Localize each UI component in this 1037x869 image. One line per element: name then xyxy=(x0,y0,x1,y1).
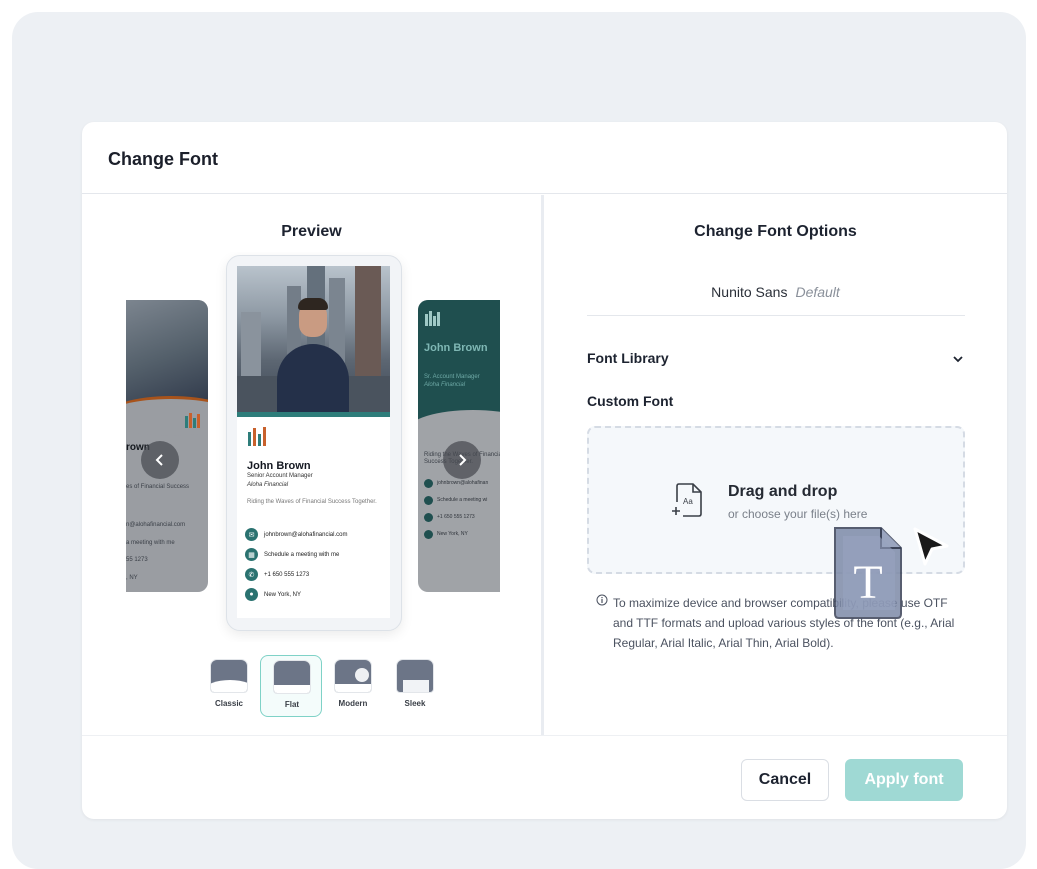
carousel-prev-button[interactable] xyxy=(141,441,179,479)
card-role: Sr. Account Manager xyxy=(424,374,480,380)
default-badge: Default xyxy=(795,284,840,300)
location-icon: ● xyxy=(245,588,258,601)
preview-card-current: John Brown Senior Account Manager Aloha … xyxy=(226,255,402,631)
dropzone-title: Drag and drop xyxy=(728,483,838,500)
preview-title: Preview xyxy=(281,223,342,240)
contact-email: johnbrown@alohafinan xyxy=(424,478,488,488)
template-label: Modern xyxy=(338,699,368,708)
template-label: Sleek xyxy=(404,699,426,708)
modal-title: Change Font xyxy=(108,149,218,169)
card-location-fragment: , NY xyxy=(126,575,138,581)
font-options-pane: Change Font Options Nunito Sans Default F… xyxy=(544,195,1007,735)
brand-logo-icon xyxy=(184,412,202,428)
custom-font-label: Custom Font xyxy=(587,393,674,409)
current-font-name: Nunito Sans xyxy=(711,284,788,300)
phone-icon xyxy=(424,512,433,522)
card-tagline: Riding the Waves of Financial Success To… xyxy=(247,499,377,505)
template-thumbnail xyxy=(334,659,372,693)
template-thumbnail xyxy=(396,659,434,693)
calendar-icon: ▦ xyxy=(245,548,258,561)
template-modern[interactable]: Modern xyxy=(322,655,384,717)
card-email-fragment: n@alohafinancial.com xyxy=(126,522,186,528)
calendar-icon xyxy=(424,495,433,505)
modal-footer: Cancel Apply font xyxy=(82,735,1007,819)
contact-location: ● New York, NY xyxy=(245,588,301,601)
mouse-cursor-icon xyxy=(913,527,949,566)
card-phone-fragment: 55 1273 xyxy=(126,557,148,563)
card-name: John Brown xyxy=(424,342,488,354)
contact-phone: +1 650 555 1273 xyxy=(424,512,475,522)
info-icon xyxy=(596,594,608,606)
template-thumbnail xyxy=(273,660,311,694)
card-name: John Brown xyxy=(247,460,311,472)
template-selector: Classic Flat Modern Sleek xyxy=(198,655,446,717)
card-role: Senior Account Manager xyxy=(247,473,313,479)
person-figure xyxy=(277,344,349,416)
chevron-right-icon xyxy=(459,454,467,466)
dragged-font-file-icon: T xyxy=(834,527,902,619)
template-label: Flat xyxy=(284,700,300,709)
card-carousel: rown es of Financial Success n@alohafina… xyxy=(126,252,500,642)
phone-icon: ✆ xyxy=(245,568,258,581)
chevron-down-icon[interactable] xyxy=(951,352,965,366)
current-font[interactable]: Nunito Sans Default xyxy=(544,284,1007,300)
template-classic[interactable]: Classic xyxy=(198,655,260,717)
divider xyxy=(587,315,965,316)
svg-text:Aa: Aa xyxy=(683,497,693,506)
contact-location: New York, NY xyxy=(424,529,468,539)
chevron-left-icon xyxy=(155,454,163,466)
contact-email: ✉ johnbrown@alohafinancial.com xyxy=(245,528,347,541)
brand-logo-icon xyxy=(247,426,269,451)
contact-meeting: Schedule a meeting wi xyxy=(424,495,487,505)
card-meeting-fragment: a meeting with me xyxy=(126,540,175,546)
card-accent-bar xyxy=(237,412,390,417)
card-company: Aloha Financial xyxy=(247,482,289,488)
contact-phone: ✆ +1 650 555 1273 xyxy=(245,568,309,581)
modal-header: Change Font xyxy=(82,122,1007,194)
card-tagline-fragment: es of Financial Success xyxy=(126,484,190,490)
template-thumbnail xyxy=(210,659,248,693)
email-icon: ✉ xyxy=(245,528,258,541)
change-font-modal: Change Font Preview rown es of Financial… xyxy=(82,122,1007,819)
brand-logo-icon xyxy=(424,310,442,326)
email-icon xyxy=(424,478,433,488)
preview-pane: Preview rown es of Financial Success n@a… xyxy=(82,195,541,735)
cancel-button[interactable]: Cancel xyxy=(741,759,829,801)
card-photo xyxy=(237,266,390,416)
font-library-toggle[interactable]: Font Library xyxy=(587,350,669,366)
options-title: Change Font Options xyxy=(694,223,857,240)
template-label: Classic xyxy=(214,699,244,708)
contact-meeting: ▦ Schedule a meeting with me xyxy=(245,548,339,561)
dropzone-subtitle: or choose your file(s) here xyxy=(728,507,868,521)
apply-font-button[interactable]: Apply font xyxy=(845,759,963,801)
font-upload-dropzone[interactable]: Aa Drag and drop or choose your file(s) … xyxy=(587,426,965,574)
file-add-icon: Aa xyxy=(672,483,702,517)
location-icon xyxy=(424,529,433,539)
template-flat[interactable]: Flat xyxy=(260,655,322,717)
svg-text:T: T xyxy=(853,556,882,609)
card-content: John Brown Senior Account Manager Aloha … xyxy=(237,266,390,618)
template-sleek[interactable]: Sleek xyxy=(384,655,446,717)
carousel-next-button[interactable] xyxy=(443,441,481,479)
card-company: Aloha Financial xyxy=(424,382,466,388)
